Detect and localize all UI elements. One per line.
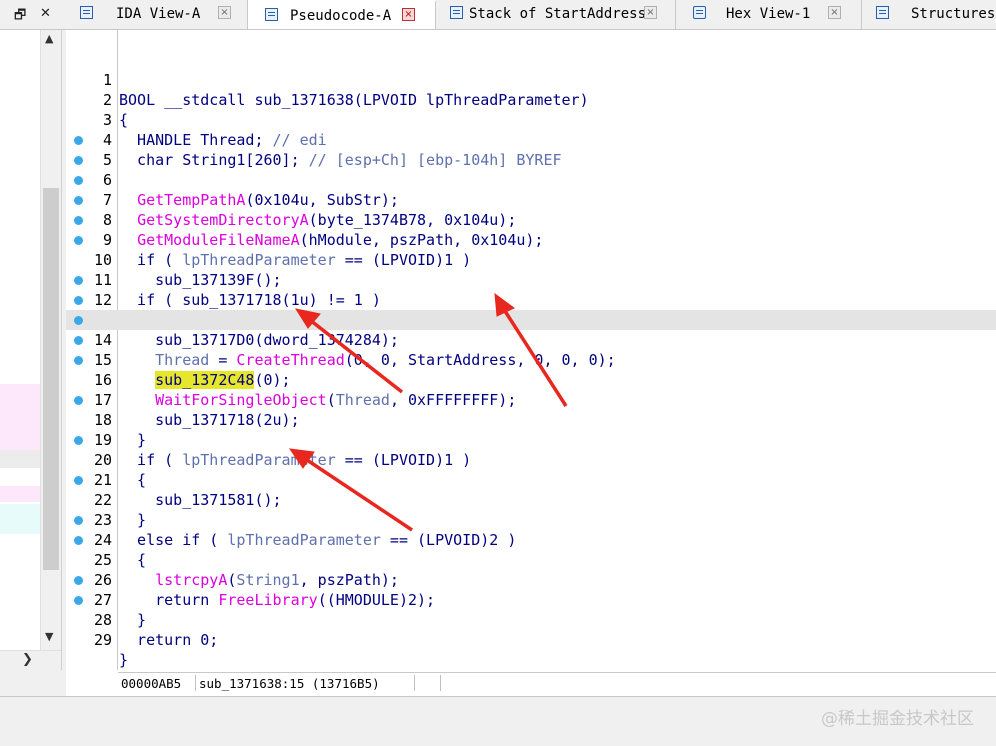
code-line[interactable]: 29 } [66,590,996,669]
breakpoint-dot-icon[interactable] [74,316,83,325]
code-line[interactable]: 28 return 0; [66,570,996,649]
pseudocode-editor[interactable]: 1 BOOL __stdcall sub_1371638(LPVOID lpTh… [66,30,996,696]
code-text[interactable]: return 0; [119,630,218,650]
breakpoint-dot-icon[interactable] [74,516,83,525]
breakpoint-dot-icon[interactable] [74,596,83,605]
code-line[interactable]: 7 GetSystemDirectoryA(byte_1374B78, 0x10… [66,150,996,229]
code-line[interactable]: 20 { [66,410,996,489]
pseudocode-view-icon [265,8,278,21]
code-line[interactable]: 2 { [66,50,996,129]
divider [414,675,415,691]
stack-view-icon [450,6,463,19]
code-line[interactable]: 15 sub_1372C48(0); [66,310,996,389]
disassembly-view-icon [80,6,93,19]
code-line[interactable]: 8 GetModuleFileNameA(hModule, pszPath, 0… [66,170,996,249]
breakpoint-dot-icon[interactable] [74,156,83,165]
code-token[interactable]: } [119,651,128,669]
scrollbar-thumb[interactable] [43,188,59,570]
code-line[interactable]: 4 char String1[260]; // [esp+Ch] [ebp-10… [66,90,996,169]
color-stripe [0,504,40,534]
vertical-scrollbar[interactable]: ▲ ▼ [40,30,61,652]
scroll-up-icon[interactable]: ▲ [45,32,53,45]
scroll-down-icon[interactable]: ▼ [45,630,53,643]
divider [440,675,441,691]
breakpoint-dot-icon[interactable] [74,336,83,345]
tab-hex-view-1[interactable]: Hex View-1 × [676,0,862,29]
close-window-icon[interactable]: ✕ [40,6,51,21]
color-stripe [0,486,40,502]
code-text[interactable]: } [119,610,146,630]
watermark: @稀土掘金技术社区 [821,709,974,729]
code-line[interactable]: 17 sub_1371718(2u); [66,350,996,429]
tab-label: IDA View-A [116,6,201,22]
code-text[interactable]: } [119,650,128,670]
tab-ida-view-a[interactable]: IDA View-A × [66,0,248,29]
breakpoint-dot-icon[interactable] [74,536,83,545]
code-line[interactable]: 25 lstrcpyA(String1, pszPath); [66,510,996,589]
left-panel: ▲ ▼ ❯ [0,30,62,670]
window-controls: 🗗 ✕ [0,0,66,29]
tab-label: Structures [911,6,996,22]
tab-close-icon[interactable]: × [828,6,841,19]
color-stripe [0,450,40,468]
tab-close-icon[interactable]: × [644,6,657,19]
breakpoint-dot-icon[interactable] [74,176,83,185]
breakpoint-dot-icon[interactable] [74,396,83,405]
breakpoint-dot-icon[interactable] [74,356,83,365]
code-token[interactable]: return 0; [119,631,218,649]
code-line[interactable]: 9 if ( lpThreadParameter == (LPVOID)1 ) [66,190,996,269]
status-address: 00000AB5 [121,676,182,691]
line-number: 29 [93,631,112,649]
code-line[interactable]: 22 } [66,450,996,529]
restore-window-icon[interactable]: 🗗 [14,6,26,28]
code-line[interactable]: 19 if ( lpThreadParameter == (LPVOID)1 ) [66,390,996,469]
code-token[interactable]: } [119,611,146,629]
code-line[interactable]: 14 Thread = CreateThread(0, 0, StartAddr… [66,290,996,369]
status-location: sub_1371638:15 (13716B5) [199,676,380,691]
code-line[interactable]: 12 { [66,250,996,329]
editor-status-line: 00000AB5 sub_1371638:15 (13716B5) [118,672,996,694]
breakpoint-dot-icon[interactable] [74,236,83,245]
divider [195,675,196,691]
tab-label: Hex View-1 [726,6,811,22]
horizontal-scrollbar[interactable]: ❯ [0,650,61,670]
tab-bar: 🗗 ✕ IDA View-A × Pseudocode-A × Stack of… [0,0,996,30]
tab-label: Stack of StartAddress [469,6,647,22]
code-line[interactable]: 5 [66,110,996,169]
tab-close-icon[interactable]: × [218,6,231,19]
code-line[interactable]: 1 BOOL __stdcall sub_1371638(LPVOID lpTh… [66,30,996,109]
tab-close-icon[interactable]: × [402,8,415,21]
breakpoint-dot-icon[interactable] [74,576,83,585]
tab-label: Pseudocode-A [290,8,392,24]
tab-pseudocode-a[interactable]: Pseudocode-A × [248,0,436,29]
breakpoint-dot-icon[interactable] [74,476,83,485]
code-line[interactable]: 11 if ( sub_1371718(1u) != 1 ) [66,230,996,309]
hex-view-icon [693,6,706,19]
code-line[interactable]: 16 WaitForSingleObject(Thread, 0xFFFFFFF… [66,330,996,409]
tab-stack-of-startaddress[interactable]: Stack of StartAddress × [436,0,676,29]
code-line[interactable]: 21 sub_1371581(); [66,430,996,509]
scroll-right-icon[interactable]: ❯ [22,652,33,667]
code-line[interactable]: 26 return FreeLibrary((HMODULE)2); [66,530,996,609]
breakpoint-dot-icon[interactable] [74,196,83,205]
breakpoint-dot-icon[interactable] [74,276,83,285]
code-line[interactable]: 10 sub_137139F(); [66,210,996,289]
code-line[interactable]: 3 HANDLE Thread; // edi [66,70,996,149]
code-line[interactable]: 13 sub_13717D0(dword_1374284); [66,270,996,349]
code-line[interactable]: 27 } [66,550,996,629]
breakpoint-dot-icon[interactable] [74,436,83,445]
code-line[interactable]: 18 } [66,370,996,449]
code-line[interactable]: 24 { [66,490,996,569]
color-stripe [0,384,40,454]
structures-view-icon [876,6,889,19]
code-line[interactable]: 23 else if ( lpThreadParameter == (LPVOI… [66,470,996,549]
tab-structures[interactable]: Structures [862,0,996,29]
breakpoint-dot-icon[interactable] [74,136,83,145]
code-line[interactable]: 6 GetTempPathA(0x104u, SubStr); [66,130,996,209]
breakpoint-dot-icon[interactable] [74,216,83,225]
breakpoint-dot-icon[interactable] [74,296,83,305]
